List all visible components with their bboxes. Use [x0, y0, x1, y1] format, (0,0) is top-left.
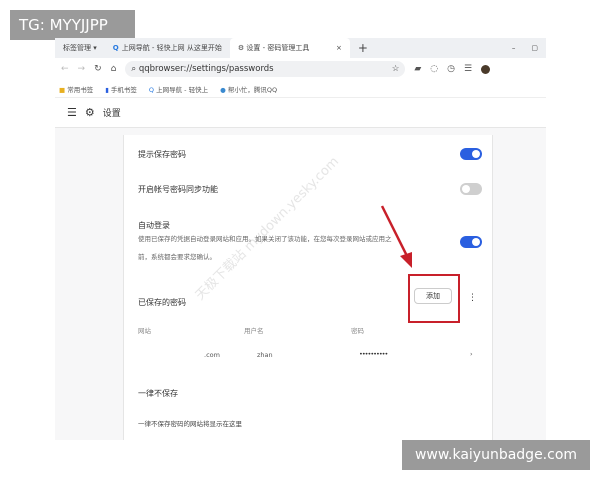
- qq-penguin-icon: ●: [220, 85, 226, 94]
- offer-save-label: 提示保存密码: [138, 150, 186, 159]
- avatar[interactable]: [481, 64, 491, 74]
- tab-settings[interactable]: ⚙ 设置 - 密码管理工具 ×: [229, 38, 350, 58]
- search-icon: ⌕: [131, 64, 137, 74]
- folder-icon: ■: [59, 85, 66, 94]
- settings-header: ☰ ⚙ 设置: [55, 98, 546, 128]
- reload-icon[interactable]: ↻: [94, 64, 102, 74]
- qq-icon: Q: [112, 44, 119, 52]
- back-icon[interactable]: ←: [61, 64, 69, 74]
- forward-icon[interactable]: →: [78, 64, 86, 74]
- more-options-icon[interactable]: ⋮: [468, 293, 477, 303]
- row-username: zhan: [257, 351, 273, 359]
- close-tab-icon[interactable]: ×: [336, 44, 342, 52]
- highlight-box-annotation: [408, 274, 460, 323]
- browser-window: 标签管理 ▾ Q 上网导航 - 轻快上网 从这里开始 ⚙ 设置 - 密码管理工具 ×…: [55, 38, 546, 440]
- saved-passwords-title: 已保存的密码: [138, 298, 186, 307]
- column-username: 用户名: [244, 327, 264, 335]
- bookmarks-bar: ■ 常用书签 ▮ 手机书签 Q 上网导航 - 轻快上 ● 帮小忙，腾讯QQ: [55, 80, 546, 98]
- bookmark-icon: ▮: [105, 85, 109, 94]
- watermark-tg: TG: MYYJJPP: [10, 10, 135, 40]
- bookmark-item[interactable]: Q 上网导航 - 轻快上: [149, 84, 208, 94]
- home-icon[interactable]: ⌂: [111, 64, 117, 74]
- qq-icon: Q: [148, 85, 155, 94]
- bookmark-label: 上网导航 - 轻快上: [156, 85, 209, 94]
- puzzle-icon[interactable]: ◌: [430, 64, 438, 74]
- star-icon[interactable]: ☆: [392, 64, 400, 74]
- red-arrow-annotation: [380, 205, 412, 268]
- url-text: qqbrowser://settings/passwords: [138, 64, 274, 74]
- column-site: 网站: [138, 327, 151, 335]
- address-bar[interactable]: ⌕ qqbrowser://settings/passwords ☆: [125, 61, 406, 77]
- history-icon[interactable]: ◷: [447, 64, 455, 74]
- never-save-title: 一律不保存: [138, 389, 178, 398]
- extension-icon[interactable]: ▰: [414, 64, 421, 74]
- tab-navigation[interactable]: Q 上网导航 - 轻快上网 从这里开始: [105, 38, 230, 58]
- bookmark-label: 常用书签: [67, 85, 94, 94]
- tab-bar: 标签管理 ▾ Q 上网导航 - 轻快上网 从这里开始 ⚙ 设置 - 密码管理工具 ×…: [55, 38, 546, 58]
- menu-icon[interactable]: ☰: [464, 64, 472, 74]
- bookmark-item[interactable]: ■ 常用书签: [59, 84, 93, 94]
- never-save-empty: 一律不保存密码的网站将显示在这里: [138, 420, 242, 428]
- gear-icon: ⚙: [237, 44, 245, 52]
- column-password: 密码: [351, 327, 364, 335]
- row-site: .com: [204, 351, 220, 359]
- watermark-site: www.kaiyunbadge.com: [402, 440, 590, 470]
- minimize-button[interactable]: –: [504, 38, 524, 58]
- sync-label: 开启帐号密码同步功能: [138, 185, 218, 194]
- bookmark-item[interactable]: ▮ 手机书签: [105, 84, 137, 94]
- chevron-right-icon[interactable]: ›: [470, 350, 473, 358]
- toolbar: ← → ↻ ⌂ ⌕ qqbrowser://settings/passwords…: [55, 58, 546, 80]
- auto-login-toggle[interactable]: [460, 236, 482, 248]
- sync-toggle[interactable]: [460, 183, 482, 195]
- gear-icon: ⚙: [84, 106, 95, 119]
- offer-save-toggle[interactable]: [460, 148, 482, 160]
- bookmark-label: 帮小忙，腾讯QQ: [227, 85, 278, 94]
- row-password: ••••••••••: [359, 350, 388, 358]
- bookmark-label: 手机书签: [110, 85, 137, 94]
- hamburger-icon[interactable]: ☰: [67, 106, 77, 119]
- tab-label: 设置 - 密码管理工具: [246, 44, 310, 52]
- bookmark-item[interactable]: ● 帮小忙，腾讯QQ: [220, 84, 277, 94]
- tab-bookmark-manager[interactable]: 标签管理 ▾: [55, 38, 105, 58]
- tab-label: 上网导航 - 轻快上网 从这里开始: [121, 44, 222, 52]
- maximize-button[interactable]: ▢: [523, 38, 546, 58]
- page-title: 设置: [102, 109, 121, 119]
- new-tab-button[interactable]: +: [350, 38, 376, 58]
